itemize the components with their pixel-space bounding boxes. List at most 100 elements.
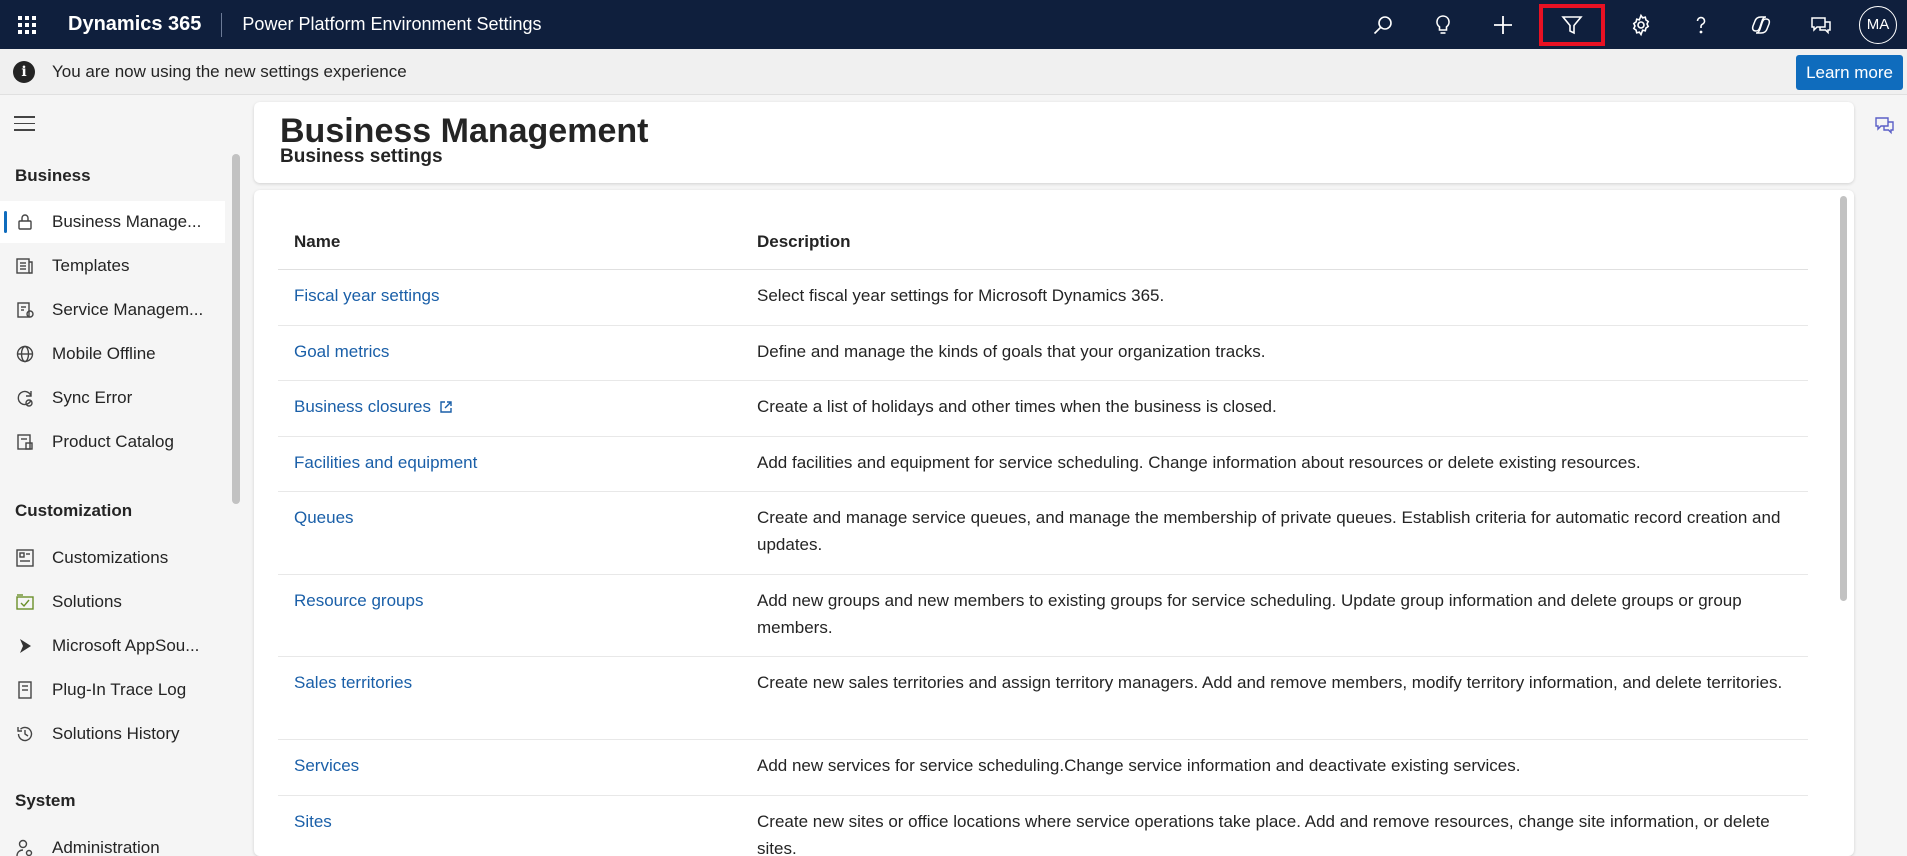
notice-text: You are now using the new settings exper… — [52, 61, 407, 81]
table-row: Goal metrics Define and manage the kinds… — [278, 326, 1808, 381]
sidebar-item-sync-error[interactable]: Sync Error — [0, 377, 225, 419]
chat-icon — [1811, 16, 1831, 34]
table-row: Sites Create new sites or office locatio… — [278, 796, 1808, 856]
setting-link[interactable]: Queues — [294, 508, 354, 528]
search-button[interactable] — [1353, 0, 1413, 49]
setting-link-label: Fiscal year settings — [294, 286, 440, 305]
sidebar: Business Business Manage... Templates Se… — [0, 96, 245, 856]
setting-description: Add facilities and equipment for service… — [757, 453, 1641, 472]
table-row: Fiscal year settings Select fiscal year … — [278, 270, 1808, 326]
sidebar-item-solutions[interactable]: Solutions — [0, 581, 225, 623]
setting-link[interactable]: Fiscal year settings — [294, 286, 440, 306]
table-row: Services Add new services for service sc… — [278, 740, 1808, 796]
lightbulb-icon — [1436, 14, 1450, 34]
learn-more-button[interactable]: Learn more — [1796, 55, 1903, 90]
search-icon — [1373, 15, 1392, 34]
top-bar: Dynamics 365 Power Platform Environment … — [0, 0, 1907, 49]
setting-link-label: Services — [294, 756, 360, 775]
setting-link[interactable]: Sales territories — [294, 673, 412, 693]
sidebar-item-appsource[interactable]: Microsoft AppSou... — [0, 625, 225, 667]
sidebar-item-business-management[interactable]: Business Manage... — [0, 201, 225, 243]
setting-description: Create new sites or office locations whe… — [757, 812, 1770, 856]
setting-link-label: Sales territories — [294, 673, 413, 692]
sidebar-item-label: Microsoft AppSou... — [52, 636, 200, 655]
user-avatar[interactable]: MA — [1859, 5, 1897, 44]
help-button[interactable] — [1671, 0, 1731, 49]
sidebar-item-service-management[interactable]: Service Managem... — [0, 289, 225, 331]
setting-description: Define and manage the kinds of goals tha… — [757, 342, 1266, 361]
trace-log-icon — [14, 679, 36, 701]
setting-description: Select fiscal year settings for Microsof… — [757, 286, 1165, 305]
sidebar-item-label: Customizations — [52, 548, 169, 567]
hamburger-menu-icon[interactable] — [14, 116, 35, 136]
table-row: Business closures Create a list of holid… — [278, 381, 1808, 437]
copilot-icon — [1751, 15, 1771, 34]
column-header-description: Description — [757, 232, 851, 251]
globe-icon — [14, 343, 36, 365]
sidebar-item-label: Sync Error — [52, 388, 133, 407]
customizations-icon — [14, 547, 36, 569]
chat-icon[interactable] — [1874, 114, 1896, 136]
section-heading-customization: Customization — [15, 501, 133, 520]
setting-link[interactable]: Facilities and equipment — [294, 453, 477, 473]
page-header: Business Management Business settings — [254, 102, 1854, 183]
catalog-icon — [14, 431, 36, 453]
sidebar-item-mobile-offline[interactable]: Mobile Offline — [0, 333, 225, 375]
brand-name[interactable]: Dynamics 365 — [54, 13, 221, 36]
service-icon — [14, 299, 36, 321]
table-row: Sales territories Create new sales terri… — [278, 657, 1808, 740]
sidebar-item-product-catalog[interactable]: Product Catalog — [0, 421, 225, 463]
ideas-button[interactable] — [1413, 0, 1473, 49]
setting-description: Add new groups and new members to existi… — [757, 591, 1742, 637]
setting-link-label: Goal metrics — [294, 342, 390, 361]
setting-link-label: Resource groups — [294, 591, 424, 610]
top-toolbar: MA — [1353, 0, 1907, 49]
setting-link[interactable]: Business closures — [294, 397, 453, 417]
settings-table: Name Description Fiscal year settings Se… — [254, 190, 1854, 856]
filter-button[interactable] — [1539, 3, 1605, 46]
new-button[interactable] — [1473, 0, 1533, 49]
setting-description: Create and manage service queues, and ma… — [757, 508, 1781, 554]
settings-button[interactable] — [1611, 0, 1671, 49]
table-header: Name Description — [278, 214, 1808, 270]
table-scrollbar[interactable] — [1840, 196, 1847, 601]
info-icon: i — [13, 60, 35, 83]
chat-button[interactable] — [1791, 0, 1851, 49]
gear-icon — [1632, 13, 1650, 36]
setting-description: Add new services for service scheduling.… — [757, 756, 1521, 775]
plus-icon — [1494, 15, 1512, 34]
sidebar-item-label: Mobile Offline — [52, 344, 156, 363]
setting-description: Create new sales territories and assign … — [757, 673, 1783, 692]
sidebar-item-label: Plug-In Trace Log — [52, 680, 187, 699]
sidebar-item-solutions-history[interactable]: Solutions History — [0, 713, 225, 755]
setting-link[interactable]: Sites — [294, 812, 332, 832]
sidebar-item-plugin-trace-log[interactable]: Plug-In Trace Log — [0, 669, 225, 711]
sidebar-item-label: Administration — [52, 838, 160, 856]
history-icon — [14, 723, 36, 745]
sidebar-item-label: Solutions — [52, 592, 122, 611]
help-icon — [1696, 16, 1706, 33]
section-heading-system: System — [15, 791, 76, 810]
copilot-button[interactable] — [1731, 0, 1791, 49]
table-row: Queues Create and manage service queues,… — [278, 492, 1808, 575]
sidebar-item-label: Solutions History — [52, 724, 180, 743]
sidebar-item-templates[interactable]: Templates — [0, 245, 225, 287]
templates-icon — [14, 255, 36, 277]
external-link-icon — [440, 401, 452, 413]
filter-icon — [1561, 15, 1583, 34]
column-header-name: Name — [294, 232, 341, 251]
setting-link[interactable]: Goal metrics — [294, 342, 389, 362]
app-launcher-button[interactable] — [0, 0, 54, 49]
sidebar-item-customizations[interactable]: Customizations — [0, 537, 225, 579]
section-heading-business: Business — [15, 166, 91, 185]
page-subtitle: Business settings — [280, 146, 443, 167]
sidebar-item-administration[interactable]: Administration — [0, 827, 225, 856]
setting-link[interactable]: Services — [294, 756, 359, 776]
setting-link-label: Business closures — [294, 397, 432, 416]
setting-description: Create a list of holidays and other time… — [757, 397, 1277, 416]
solutions-icon — [14, 591, 36, 613]
sidebar-scrollbar[interactable] — [232, 154, 240, 504]
setting-link[interactable]: Resource groups — [294, 591, 423, 611]
setting-link-label: Sites — [294, 812, 332, 831]
table-row: Resource groups Add new groups and new m… — [278, 575, 1808, 657]
